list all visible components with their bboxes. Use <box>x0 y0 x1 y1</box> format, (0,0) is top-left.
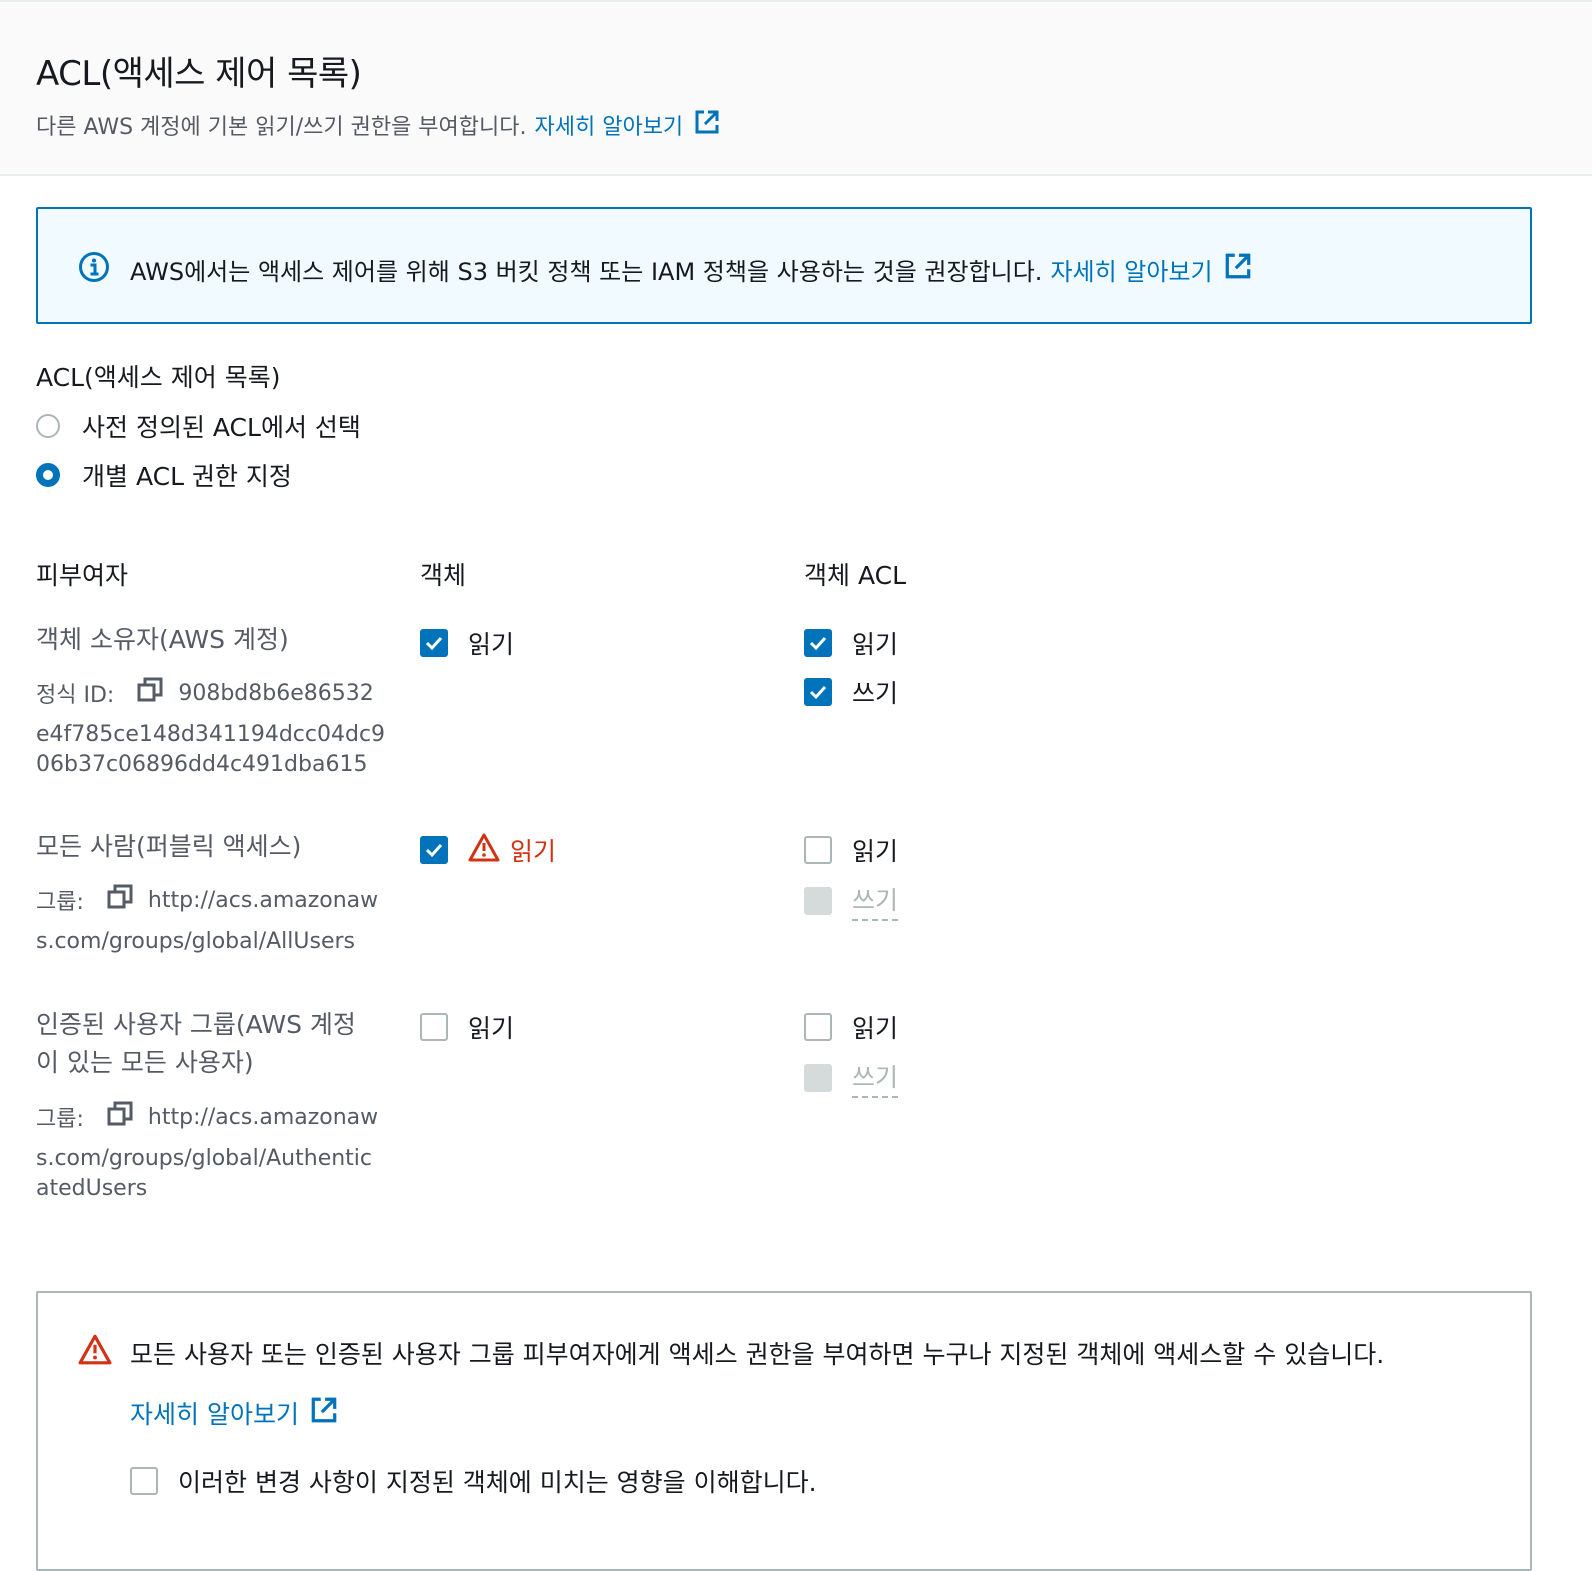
checkbox-label: 읽기 <box>852 837 899 866</box>
warning-alert-message: 모든 사용자 또는 인증된 사용자 그룹 피부여자에게 액세스 권한을 부여하면… <box>130 1340 1385 1369</box>
checkbox-label: 쓰기 <box>852 1058 899 1098</box>
acknowledge-checkbox[interactable] <box>130 1467 158 1495</box>
grantee-group-line: 그룹: http://acs.amazonaw <box>36 1100 378 1134</box>
grantee-name-line: 인증된 사용자 그룹(AWS 계정 <box>36 1010 356 1039</box>
radio-label: 개별 ACL 권한 지정 <box>82 462 292 491</box>
checkbox-label: 쓰기 <box>852 881 899 921</box>
acknowledge-label: 이러한 변경 사항이 지정된 객체에 미치는 영향을 이해합니다. <box>178 1468 817 1497</box>
column-header-grantee: 피부여자 <box>36 561 129 590</box>
everyone-acl-write: 쓰기 <box>804 881 899 921</box>
checkbox-label: 읽기 <box>468 1014 515 1043</box>
checkbox-unchecked[interactable] <box>804 836 832 864</box>
info-learn-more-link[interactable]: 자세히 알아보기 <box>1050 251 1252 287</box>
warning-alert: 모든 사용자 또는 인증된 사용자 그룹 피부여자에게 액세스 권한을 부여하면… <box>36 1291 1532 1571</box>
radio-label: 사전 정의된 ACL에서 선택 <box>82 413 361 442</box>
owner-acl-write[interactable]: 쓰기 <box>804 674 898 710</box>
owner-acl-read[interactable]: 읽기 <box>804 625 898 661</box>
grantee-name-line: 이 있는 모든 사용자) <box>36 1048 254 1077</box>
info-alert-text: AWS에서는 액세스 제어를 위해 S3 버킷 정책 또는 IAM 정책을 사용… <box>130 251 1253 287</box>
owner-object-read[interactable]: 읽기 <box>420 625 514 661</box>
auth-object-read[interactable]: 읽기 <box>420 1009 514 1045</box>
checkbox-checked[interactable] <box>804 678 832 706</box>
warning-learn-more-link[interactable]: 자세히 알아보기 <box>130 1395 339 1431</box>
info-learn-more-label: 자세히 알아보기 <box>1050 257 1213 286</box>
group-uri: http://acs.amazonaw <box>147 1104 379 1130</box>
checkbox-checked[interactable] <box>420 836 448 864</box>
checkbox-label: 읽기 <box>468 630 515 659</box>
auth-acl-read[interactable]: 읽기 <box>804 1009 898 1045</box>
warning-icon <box>468 832 500 868</box>
id-value: 908bd8b6e86532 <box>178 680 374 706</box>
page-title: ACL(액세스 제어 목록) <box>36 54 362 94</box>
info-alert-message: AWS에서는 액세스 제어를 위해 S3 버킷 정책 또는 IAM 정책을 사용… <box>130 257 1043 286</box>
checkbox-unchecked[interactable] <box>420 1013 448 1041</box>
checkbox-checked[interactable] <box>420 629 448 657</box>
checkbox-label: 읽기 <box>852 630 899 659</box>
group-label: 그룹: <box>36 1107 84 1132</box>
grantee-everyone: 모든 사람(퍼블릭 액세스) <box>36 832 302 861</box>
header-description: 다른 AWS 계정에 기본 읽기/쓰기 권한을 부여합니다. 자세히 알아보기 <box>36 108 721 142</box>
warning-icon <box>78 1333 112 1369</box>
group-uri-cont: s.com/groups/global/Authentic <box>36 1146 373 1171</box>
group-uri-cont: atedUsers <box>36 1176 148 1201</box>
header-learn-more-label: 자세히 알아보기 <box>534 115 684 140</box>
radio-individual-acl[interactable]: 개별 ACL 권한 지정 <box>36 457 292 493</box>
checkbox-checked[interactable] <box>804 629 832 657</box>
radio-button-selected[interactable] <box>36 463 60 487</box>
grantee-object-owner: 객체 소유자(AWS 계정) <box>36 625 289 654</box>
external-link-icon <box>1223 251 1253 287</box>
header-learn-more-link[interactable]: 자세히 알아보기 <box>535 108 722 142</box>
warning-learn-more-label: 자세히 알아보기 <box>130 1400 299 1429</box>
copy-icon[interactable] <box>106 883 134 917</box>
radio-predefined-acl[interactable]: 사전 정의된 ACL에서 선택 <box>36 408 361 444</box>
copy-icon[interactable] <box>136 676 164 710</box>
id-label: 정식 ID: <box>36 683 115 708</box>
id-value-cont: 06b37c06896dd4c491dba615 <box>36 752 368 777</box>
checkbox-label: 읽기 <box>852 1014 899 1043</box>
id-value-cont: e4f785ce148d341194dcc04dc9 <box>36 722 386 747</box>
grantee-group-line: 그룹: http://acs.amazonaw <box>36 883 378 917</box>
group-uri: http://acs.amazonaw <box>147 887 379 913</box>
acknowledge-checkbox-row[interactable]: 이러한 변경 사항이 지정된 객체에 미치는 영향을 이해합니다. <box>130 1463 817 1499</box>
grantee-id-line: 정식 ID: 908bd8b6e86532 <box>36 676 374 710</box>
page-header: ACL(액세스 제어 목록) 다른 AWS 계정에 기본 읽기/쓰기 권한을 부… <box>0 0 1592 176</box>
column-header-object-acl: 객체 ACL <box>804 561 906 590</box>
group-uri-cont: s.com/groups/global/AllUsers <box>36 929 356 954</box>
checkbox-label: 읽기 <box>510 837 557 866</box>
everyone-object-read[interactable]: 읽기 <box>420 832 556 868</box>
auth-acl-write: 쓰기 <box>804 1058 899 1098</box>
info-icon <box>78 251 110 287</box>
checkbox-disabled <box>804 887 832 915</box>
acl-section-label: ACL(액세스 제어 목록) <box>36 363 281 392</box>
external-link-icon <box>693 108 721 142</box>
grantee-authenticated-users: 인증된 사용자 그룹(AWS 계정 이 있는 모든 사용자) <box>36 1006 376 1082</box>
radio-button[interactable] <box>36 414 60 438</box>
checkbox-disabled <box>804 1064 832 1092</box>
external-link-icon <box>309 1395 339 1431</box>
copy-icon[interactable] <box>106 1100 134 1134</box>
everyone-acl-read[interactable]: 읽기 <box>804 832 898 868</box>
group-label: 그룹: <box>36 890 84 915</box>
info-alert: AWS에서는 액세스 제어를 위해 S3 버킷 정책 또는 IAM 정책을 사용… <box>36 207 1532 324</box>
checkbox-label: 쓰기 <box>852 679 899 708</box>
checkbox-unchecked[interactable] <box>804 1013 832 1041</box>
column-header-object: 객체 <box>420 561 467 590</box>
header-description-text: 다른 AWS 계정에 기본 읽기/쓰기 권한을 부여합니다. <box>36 115 527 140</box>
